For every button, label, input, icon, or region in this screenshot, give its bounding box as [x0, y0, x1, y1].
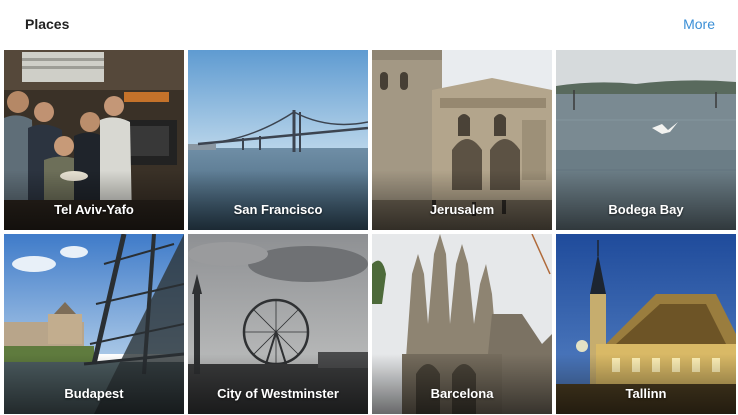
place-tile-bodega-bay[interactable]: Bodega Bay: [556, 50, 736, 230]
place-tile-budapest[interactable]: Budapest: [4, 234, 184, 414]
place-tile-barcelona[interactable]: Barcelona: [372, 234, 552, 414]
place-label: San Francisco: [233, 202, 323, 217]
places-grid: Tel Aviv-Yafo San Francisco Jerusalem Bo…: [0, 0, 738, 415]
place-tile-san-francisco[interactable]: San Francisco: [188, 50, 368, 230]
place-label: Budapest: [64, 386, 124, 401]
place-label: City of Westminster: [217, 386, 339, 401]
places-card: Places More Tel Aviv-Yafo San Francisco …: [0, 0, 738, 415]
place-tile-tel-aviv[interactable]: Tel Aviv-Yafo: [4, 50, 184, 230]
place-label: Tel Aviv-Yafo: [54, 202, 134, 217]
place-label: Jerusalem: [429, 202, 495, 217]
place-tile-westminster[interactable]: City of Westminster: [188, 234, 368, 414]
place-tile-jerusalem[interactable]: Jerusalem: [372, 50, 552, 230]
place-label: Bodega Bay: [608, 202, 684, 217]
place-label: Barcelona: [430, 386, 494, 401]
place-tile-tallinn[interactable]: Tallinn: [556, 234, 736, 414]
place-label: Tallinn: [625, 386, 667, 401]
